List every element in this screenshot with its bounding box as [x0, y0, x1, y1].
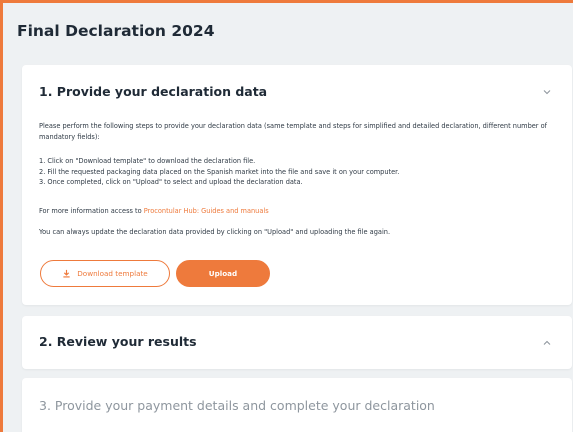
upload-button[interactable]: Upload	[176, 260, 270, 287]
upload-label: Upload	[208, 269, 238, 278]
step1-card: 1. Provide your declaration data Please …	[22, 65, 572, 305]
info-prefix: For more information access to	[39, 207, 144, 215]
page-title: Final Declaration 2024	[17, 22, 215, 40]
step2-card[interactable]: 2. Review your results	[22, 316, 572, 369]
step1-title[interactable]: 1. Provide your declaration data	[39, 84, 267, 99]
page-frame: Final Declaration 2024 1. Provide your d…	[0, 0, 573, 432]
step1-steps-list: 1. Click on "Download template" to downl…	[39, 156, 554, 188]
guides-link[interactable]: Procontular Hub: Guides and manuals	[144, 207, 269, 215]
chevron-up-icon[interactable]	[542, 338, 552, 348]
download-template-label: Download template	[77, 269, 148, 278]
step1-intro: Please perform the following steps to pr…	[39, 122, 547, 141]
download-icon	[63, 269, 70, 278]
step2-title[interactable]: 2. Review your results	[39, 334, 197, 349]
step1-step-item: 1. Click on "Download template" to downl…	[39, 157, 256, 165]
step3-title: 3. Provide your payment details and comp…	[39, 398, 435, 413]
step1-step-item: 2. Fill the requested packaging data pla…	[39, 167, 400, 176]
step1-step-item: 3. Once completed, click on "Upload" to …	[39, 178, 303, 186]
step1-update-note: You can always update the declaration da…	[39, 228, 391, 236]
step3-card: 3. Provide your payment details and comp…	[22, 378, 572, 432]
download-template-button[interactable]: Download template	[40, 260, 170, 287]
step1-info: For more information access to Procontul…	[39, 206, 554, 217]
chevron-down-icon[interactable]	[542, 87, 552, 97]
